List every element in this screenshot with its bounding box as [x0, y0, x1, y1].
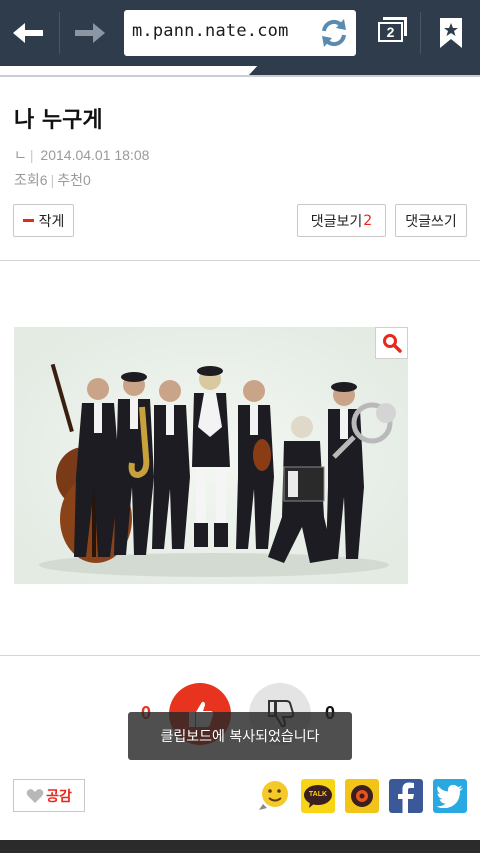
back-button[interactable] — [6, 8, 52, 58]
post-date: 2014.04.01 18:08 — [40, 147, 150, 163]
bookmark-icon — [440, 18, 462, 48]
tab-count: 2 — [378, 22, 403, 42]
content-divider — [0, 655, 480, 656]
toolbar-bottom-line — [0, 75, 480, 77]
zoom-image-button[interactable] — [375, 327, 408, 359]
url-text: m.pann.nate.com — [132, 21, 289, 41]
share-facebook-button[interactable] — [389, 779, 423, 813]
post-title: 나 누구게 — [14, 108, 103, 133]
heart-icon — [26, 788, 44, 803]
toolbar-separator — [59, 12, 60, 54]
share-kakaostory-button[interactable] — [345, 779, 379, 813]
post-image[interactable] — [14, 327, 408, 584]
post-author[interactable]: ㄴ — [14, 147, 27, 163]
post-stats: 조회6 | 추천0 — [14, 170, 91, 190]
view-comments-label: 댓글보기 — [310, 213, 363, 230]
search-icon — [382, 334, 402, 353]
share-kakaotalk-button[interactable]: TALK — [301, 779, 335, 813]
back-arrow-icon — [13, 23, 43, 43]
bookmark-button[interactable] — [428, 8, 474, 58]
likes-label: 추천 — [57, 172, 83, 188]
like-label: 공감 — [46, 788, 72, 805]
toolbar-separator — [420, 12, 421, 54]
emoticon-icon — [259, 781, 288, 810]
write-comment-button[interactable]: 댓글쓰기 — [395, 204, 467, 237]
share-emoticon-button[interactable] — [257, 779, 291, 813]
tabs-button[interactable]: 2 — [370, 8, 416, 58]
font-size-small-button[interactable]: 작게 — [13, 204, 74, 237]
forward-button[interactable] — [66, 8, 112, 58]
comments-count: 2 — [363, 212, 373, 229]
views-label: 조회 — [14, 172, 40, 188]
meta-separator: | — [50, 172, 55, 188]
likes-count: 0 — [82, 172, 91, 188]
reload-icon — [322, 19, 346, 47]
forward-arrow-icon — [75, 23, 105, 43]
kakaotalk-label: TALK — [308, 791, 328, 798]
minus-icon — [22, 219, 34, 222]
view-comments-button[interactable]: 댓글보기 2 — [297, 204, 386, 237]
browser-toolbar: m.pann.nate.com 2 — [0, 0, 480, 66]
font-size-small-label: 작게 — [38, 213, 65, 230]
post-author-date: ㄴ | 2014.04.01 18:08 — [14, 145, 149, 165]
kakaostory-icon — [351, 785, 373, 807]
like-button[interactable]: 공감 — [13, 779, 85, 812]
reload-button[interactable] — [316, 15, 352, 51]
tabs-icon: 2 — [370, 8, 416, 58]
header-divider — [0, 260, 480, 261]
bottom-bar — [0, 840, 480, 853]
share-twitter-button[interactable] — [433, 779, 467, 813]
clipboard-toast: 클립보드에 복사되었습니다 — [128, 712, 352, 760]
views-count: 6 — [39, 172, 48, 188]
twitter-icon — [436, 784, 463, 808]
address-bar[interactable]: m.pann.nate.com — [124, 10, 356, 56]
meta-separator: | — [29, 147, 34, 163]
facebook-icon — [398, 782, 414, 813]
write-comment-label: 댓글쓰기 — [405, 213, 457, 230]
band-photo-illustration — [14, 327, 408, 584]
